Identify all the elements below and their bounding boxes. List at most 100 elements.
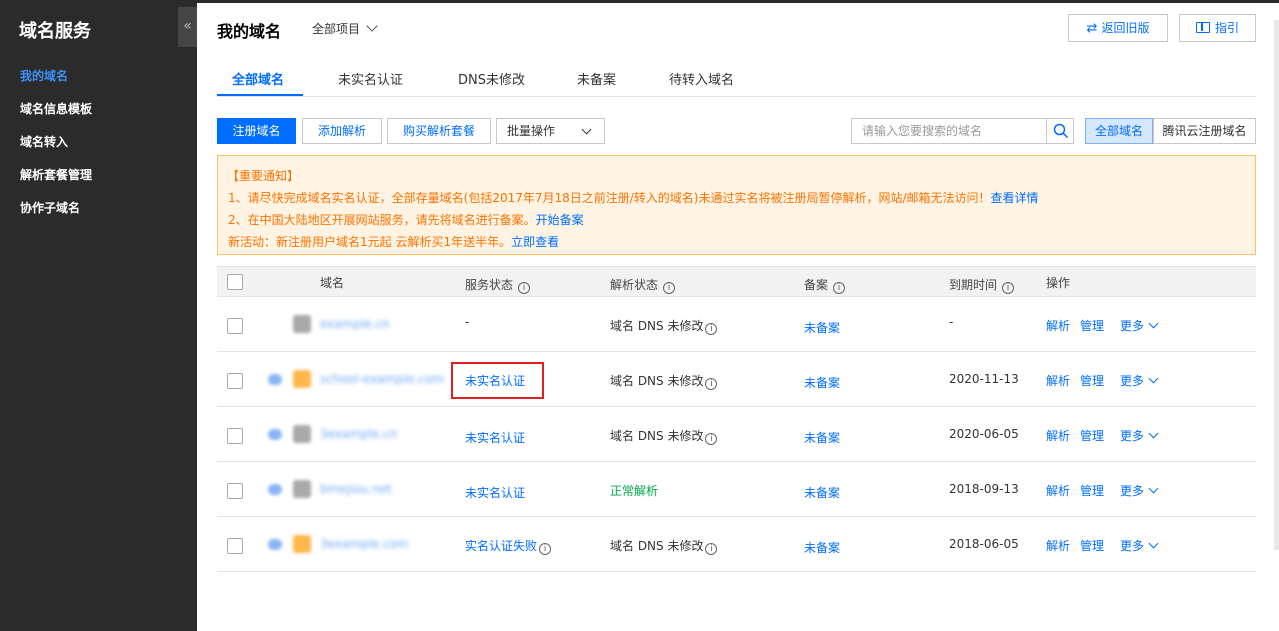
row-checkbox[interactable] — [227, 538, 243, 554]
cloud-icon — [268, 374, 282, 385]
expiry-date: 2020-11-13 — [949, 372, 1019, 386]
tab-pending-transfer[interactable]: 待转入域名 — [669, 69, 734, 88]
header-domain: 域名 — [320, 276, 345, 290]
resolve-link[interactable]: 解析 — [1046, 537, 1070, 554]
expiry-date: 2018-06-05 — [949, 537, 1019, 551]
notice-line-1: 1、请尽快完成域名实名认证，全部存量域名(包括2017年7月18日之前注册/转入… — [228, 191, 1039, 205]
cloud-icon — [268, 484, 282, 495]
sidebar-item-templates[interactable]: 域名信息模板 — [20, 100, 92, 117]
notice-line-2: 2、在中国大陆地区开展网站服务，请先将域名进行备案。开始备案 — [228, 213, 584, 227]
page-title: 我的域名 — [217, 22, 282, 41]
search-icon — [1053, 123, 1069, 139]
header-icp: 备案 i — [804, 276, 846, 294]
table-row: example.cn - 域名 DNS 未修改 i 未备案 - 解析 管理 更多 — [217, 297, 1256, 352]
info-icon[interactable]: i — [705, 323, 718, 335]
back-old-version-button[interactable]: ⇄ 返回旧版 — [1068, 14, 1168, 42]
resolve-status: 域名 DNS 未修改 i — [610, 537, 718, 555]
tab-dns-unmodified[interactable]: DNS未修改 — [458, 69, 525, 88]
select-all-checkbox[interactable] — [227, 274, 243, 290]
notice-panel: 【重要通知】 1、请尽快完成域名实名认证，全部存量域名(包括2017年7月18日… — [217, 155, 1256, 255]
sidebar-item-my-domains[interactable]: 我的域名 — [20, 67, 68, 84]
icp-status[interactable]: 未备案 — [804, 484, 840, 501]
search-input[interactable] — [852, 119, 1042, 143]
row-checkbox[interactable] — [227, 428, 243, 444]
icp-status[interactable]: 未备案 — [804, 429, 840, 446]
icp-status[interactable]: 未备案 — [804, 539, 840, 556]
start-icp-link[interactable]: 开始备案 — [536, 213, 584, 227]
info-icon[interactable]: i — [833, 282, 846, 294]
site-favicon — [293, 535, 311, 553]
info-icon[interactable]: i — [705, 433, 718, 445]
collapse-sidebar-icon[interactable]: « — [178, 7, 197, 47]
more-dropdown[interactable]: 更多 — [1120, 482, 1159, 499]
guide-button[interactable]: 指引 — [1179, 14, 1256, 42]
domain-name[interactable]: 3example.com — [320, 537, 409, 551]
more-dropdown[interactable]: 更多 — [1120, 317, 1159, 334]
tab-all-domains[interactable]: 全部域名 — [232, 69, 284, 88]
expiry-date: - — [949, 315, 954, 329]
scrollbar[interactable] — [1274, 20, 1279, 550]
resolve-link[interactable]: 解析 — [1046, 427, 1070, 444]
info-icon[interactable]: i — [1002, 282, 1015, 294]
notice-title: 【重要通知】 — [227, 169, 300, 183]
manage-link[interactable]: 管理 — [1080, 372, 1104, 389]
info-icon[interactable]: i — [705, 543, 718, 555]
chevron-down-icon — [1148, 428, 1159, 439]
manage-link[interactable]: 管理 — [1080, 317, 1104, 334]
project-select[interactable]: 全部项目 — [312, 20, 378, 37]
resolve-link[interactable]: 解析 — [1046, 317, 1070, 334]
more-dropdown[interactable]: 更多 — [1120, 427, 1159, 444]
buy-package-button[interactable]: 购买解析套餐 — [387, 118, 491, 144]
batch-operation-select[interactable]: 批量操作 — [496, 118, 605, 144]
view-now-link[interactable]: 立即查看 — [511, 235, 559, 249]
sidebar: 域名服务 « 我的域名 域名信息模板 域名转入 解析套餐管理 协作子域名 — [0, 3, 197, 631]
search-box — [851, 118, 1074, 144]
search-button[interactable] — [1046, 119, 1073, 143]
service-status: - — [465, 315, 470, 329]
manage-link[interactable]: 管理 — [1080, 537, 1104, 554]
service-status[interactable]: 未实名认证 — [465, 429, 525, 446]
view-details-link[interactable]: 查看详情 — [991, 191, 1039, 205]
resolve-link[interactable]: 解析 — [1046, 372, 1070, 389]
tab-unverified[interactable]: 未实名认证 — [338, 69, 403, 88]
manage-link[interactable]: 管理 — [1080, 482, 1104, 499]
info-icon[interactable]: i — [705, 378, 718, 390]
domain-name[interactable]: example.cn — [320, 317, 390, 331]
expiry-date: 2020-06-05 — [949, 427, 1019, 441]
filter-all-domains[interactable]: 全部域名 — [1085, 118, 1153, 144]
sidebar-item-packages[interactable]: 解析套餐管理 — [20, 166, 92, 183]
sidebar-item-transfer[interactable]: 域名转入 — [20, 133, 68, 150]
info-icon[interactable]: i — [518, 282, 531, 294]
expiry-date: 2018-09-13 — [949, 482, 1019, 496]
service-status[interactable]: 未实名认证 — [465, 484, 525, 501]
sidebar-title: 域名服务 — [19, 21, 91, 42]
domain-name[interactable]: bmejiou.net — [320, 482, 392, 496]
guide-label: 指引 — [1214, 21, 1239, 35]
row-checkbox[interactable] — [227, 373, 243, 389]
header-expiry: 到期时间 i — [949, 276, 1015, 294]
table-row: bmejiou.net 未实名认证 正常解析 未备案 2018-09-13 解析… — [217, 462, 1256, 517]
info-icon[interactable]: i — [663, 282, 676, 294]
sidebar-item-subdomains[interactable]: 协作子域名 — [20, 199, 80, 216]
icp-status[interactable]: 未备案 — [804, 319, 840, 336]
table-row: school-example.com 未实名认证 域名 DNS 未修改 i 未备案… — [217, 352, 1256, 407]
row-checkbox[interactable] — [227, 318, 243, 334]
register-domain-button[interactable]: 注册域名 — [217, 118, 296, 144]
row-checkbox[interactable] — [227, 483, 243, 499]
chevron-down-icon — [581, 124, 592, 135]
domain-name[interactable]: school-example.com — [320, 372, 444, 386]
tab-no-icp[interactable]: 未备案 — [577, 69, 616, 88]
more-dropdown[interactable]: 更多 — [1120, 537, 1159, 554]
back-old-label: 返回旧版 — [1101, 21, 1150, 35]
swap-icon: ⇄ — [1086, 21, 1098, 36]
header-service-status: 服务状态 i — [465, 276, 531, 294]
more-dropdown[interactable]: 更多 — [1120, 372, 1159, 389]
filter-tencent-domains[interactable]: 腾讯云注册域名 — [1153, 118, 1256, 144]
book-icon — [1195, 22, 1210, 33]
info-icon[interactable]: i — [539, 543, 552, 555]
icp-status[interactable]: 未备案 — [804, 374, 840, 391]
manage-link[interactable]: 管理 — [1080, 427, 1104, 444]
resolve-link[interactable]: 解析 — [1046, 482, 1070, 499]
add-resolve-button[interactable]: 添加解析 — [302, 118, 382, 144]
domain-name[interactable]: 3example.cn — [320, 427, 397, 441]
